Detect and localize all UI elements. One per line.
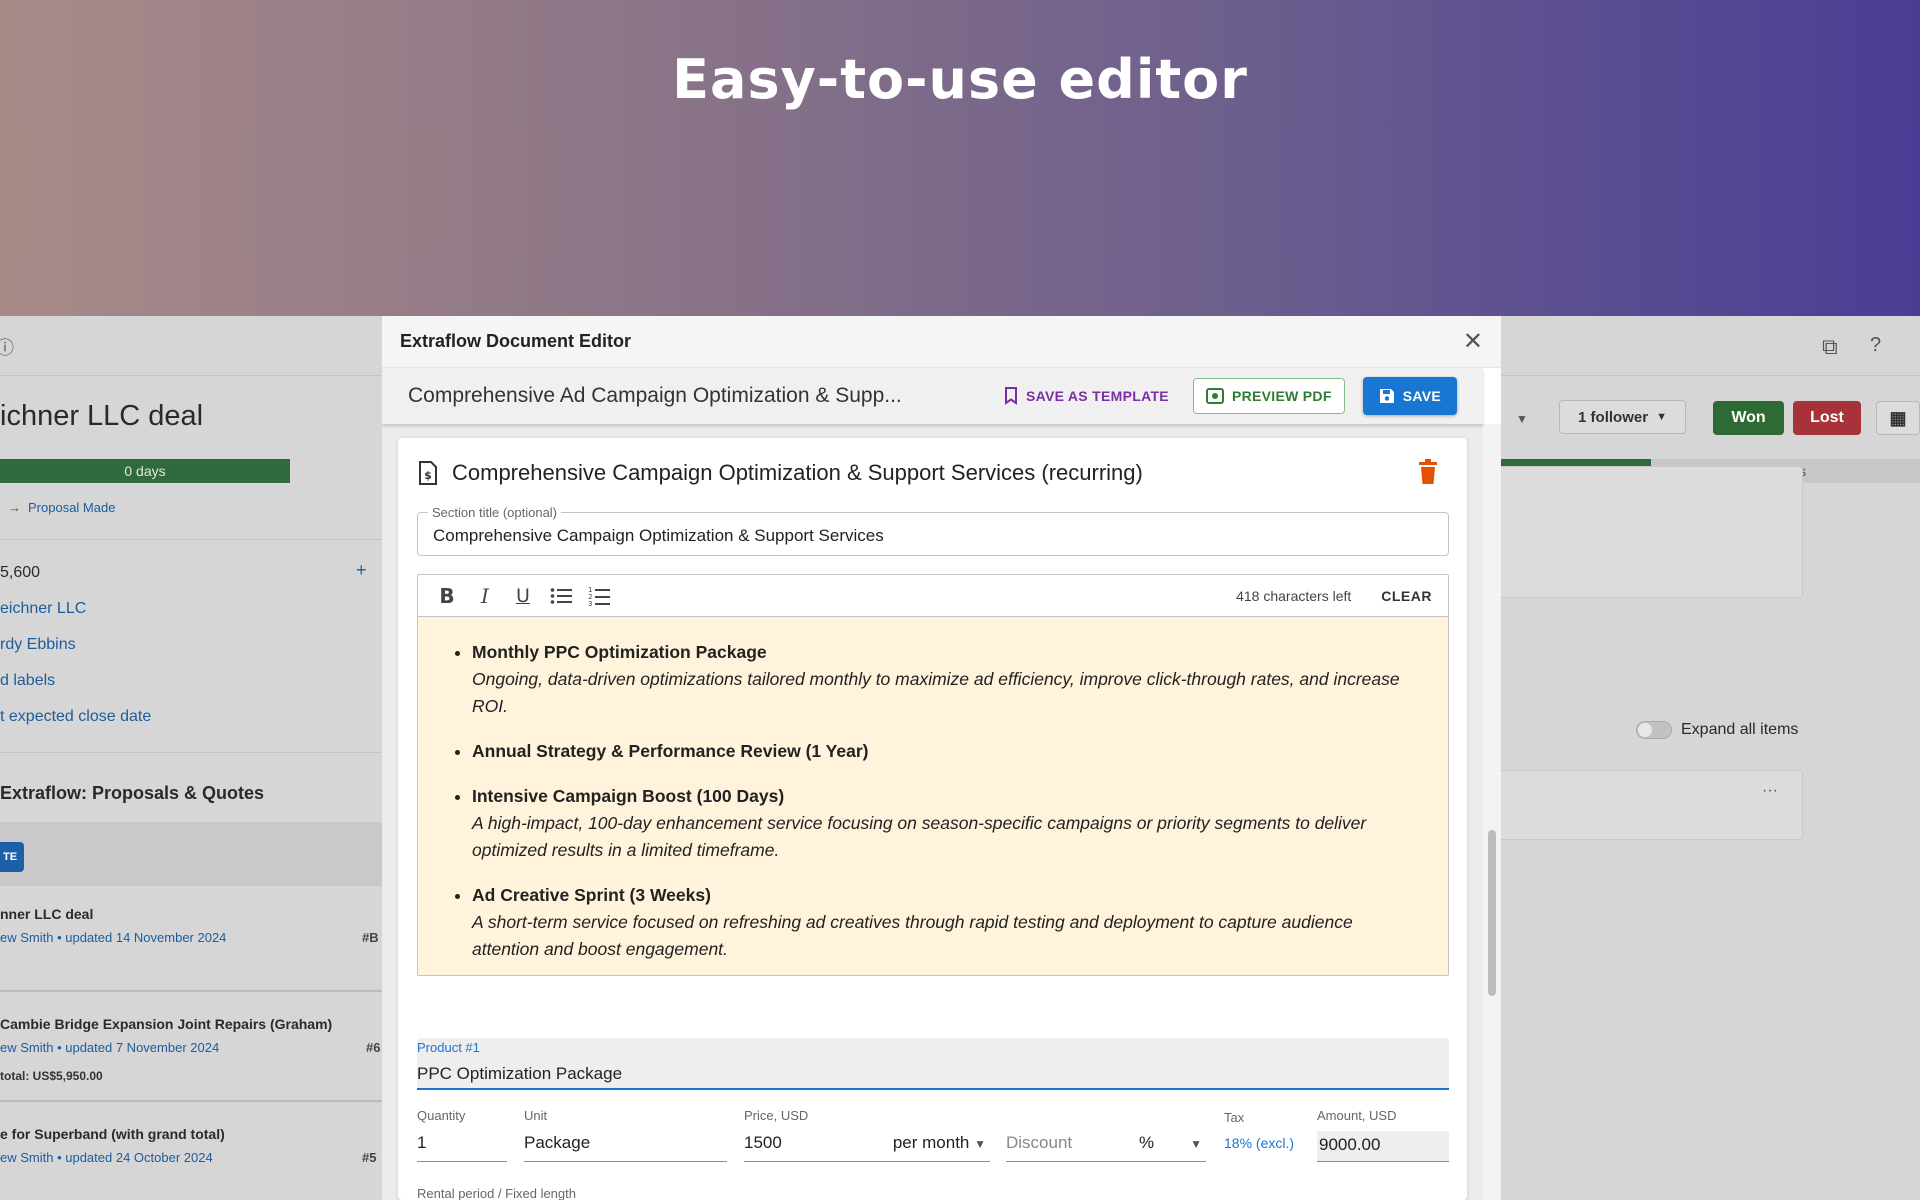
save-as-template-label: SAVE AS TEMPLATE bbox=[1025, 388, 1169, 404]
divider bbox=[0, 990, 382, 992]
document-title[interactable]: Comprehensive Ad Campaign Optimization &… bbox=[408, 384, 1004, 408]
proposal-id: #5 bbox=[362, 1150, 377, 1165]
proposal-id: #B bbox=[362, 930, 379, 945]
app-section-title: Extraflow: Proposals & Quotes bbox=[0, 783, 265, 803]
proposal-title[interactable]: nner LLC deal bbox=[0, 906, 93, 922]
lost-button[interactable]: Lost bbox=[1793, 401, 1861, 435]
proposal-total: total: US$5,950.00 bbox=[0, 1069, 103, 1083]
modal-header: Extraflow Document Editor ✕ bbox=[382, 316, 1501, 368]
info-icon[interactable]: ⓘ bbox=[0, 334, 14, 360]
follower-label: 1 follower bbox=[1578, 408, 1649, 426]
close-date-link[interactable]: t expected close date bbox=[0, 708, 151, 726]
clear-button[interactable]: CLEAR bbox=[1381, 588, 1432, 604]
close-icon[interactable]: ✕ bbox=[1463, 329, 1483, 354]
proposal-title[interactable]: Cambie Bridge Expansion Joint Repairs (G… bbox=[0, 1016, 332, 1032]
section-toolbar bbox=[0, 822, 382, 886]
scrollbar[interactable] bbox=[1483, 424, 1501, 1200]
bookmark-icon bbox=[1004, 387, 1017, 405]
add-icon[interactable]: + bbox=[356, 560, 367, 581]
proposal-meta: ew Smith • updated 14 November 2024 bbox=[0, 930, 227, 945]
help-icon[interactable]: ? bbox=[1870, 334, 1881, 357]
puzzle-icon[interactable]: ⧉ bbox=[1822, 334, 1838, 360]
preview-pdf-label: PREVIEW PDF bbox=[1231, 388, 1332, 404]
divider bbox=[0, 1100, 382, 1102]
breadcrumb-stage[interactable]: Proposal Made bbox=[28, 500, 115, 515]
labels-link[interactable]: d labels bbox=[0, 672, 55, 690]
editor-scroll-area[interactable] bbox=[382, 424, 1483, 1200]
grid-view-icon[interactable]: ▦ bbox=[1876, 401, 1920, 435]
expand-toggle[interactable] bbox=[1636, 721, 1672, 739]
floppy-disk-icon bbox=[1379, 389, 1394, 403]
trash-icon[interactable] bbox=[1417, 459, 1439, 485]
caret-down-icon[interactable]: ▼ bbox=[1516, 412, 1528, 426]
save-button[interactable]: SAVE bbox=[1362, 377, 1457, 415]
save-as-template-button[interactable]: SAVE AS TEMPLATE bbox=[1004, 387, 1169, 405]
follower-button[interactable]: 1 follower ▼ bbox=[1559, 400, 1686, 434]
preview-icon bbox=[1205, 388, 1224, 404]
toggle-knob bbox=[1638, 723, 1652, 737]
divider bbox=[0, 539, 382, 540]
scrollbar-thumb[interactable] bbox=[1488, 830, 1496, 996]
create-button[interactable]: TE bbox=[0, 842, 24, 872]
editor-toolbar: Comprehensive Ad Campaign Optimization &… bbox=[382, 368, 1483, 424]
stage-left[interactable]: 0 days bbox=[0, 459, 290, 483]
caret-down-icon: ▼ bbox=[1656, 411, 1667, 423]
expand-all-label: Expand all items bbox=[1681, 721, 1799, 738]
arrow-icon: → bbox=[8, 500, 21, 515]
organization-link[interactable]: eichner LLC bbox=[0, 600, 86, 618]
proposal-meta: ew Smith • updated 24 October 2024 bbox=[0, 1150, 213, 1165]
more-icon[interactable]: ··· bbox=[1762, 782, 1778, 800]
modal-title: Extraflow Document Editor bbox=[400, 331, 632, 351]
hero-title: Easy-to-use editor bbox=[672, 47, 1248, 111]
save-label: SAVE bbox=[1402, 388, 1441, 404]
proposal-id: #6 bbox=[366, 1040, 381, 1055]
person-link[interactable]: rdy Ebbins bbox=[0, 636, 76, 654]
proposal-title[interactable]: e for Superband (with grand total) bbox=[0, 1126, 225, 1142]
deal-title: ichner LLC deal bbox=[0, 400, 204, 432]
won-button[interactable]: Won bbox=[1713, 401, 1784, 435]
hero-banner: Easy-to-use editor bbox=[0, 0, 1920, 316]
item-card bbox=[1501, 770, 1803, 840]
document-editor-modal: Extraflow Document Editor ✕ Comprehensiv… bbox=[382, 316, 1501, 1200]
deal-value: 5,600 bbox=[0, 564, 41, 581]
preview-pdf-button[interactable]: PREVIEW PDF bbox=[1192, 378, 1345, 414]
proposal-meta: ew Smith • updated 7 November 2024 bbox=[0, 1040, 220, 1055]
info-card bbox=[1501, 510, 1803, 598]
divider bbox=[0, 752, 382, 753]
info-card bbox=[1501, 466, 1803, 514]
